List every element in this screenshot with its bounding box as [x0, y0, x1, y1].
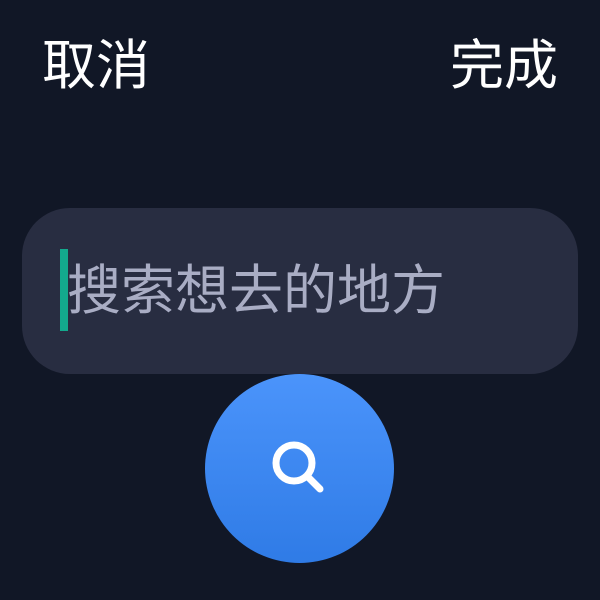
- top-bar: 取消 完成: [0, 0, 600, 130]
- search-input[interactable]: [67, 247, 557, 335]
- cancel-button[interactable]: 取消: [42, 28, 150, 104]
- search-field[interactable]: [22, 208, 578, 374]
- search-icon: [272, 441, 323, 492]
- search-button[interactable]: [205, 374, 394, 563]
- done-button[interactable]: 完成: [450, 28, 558, 104]
